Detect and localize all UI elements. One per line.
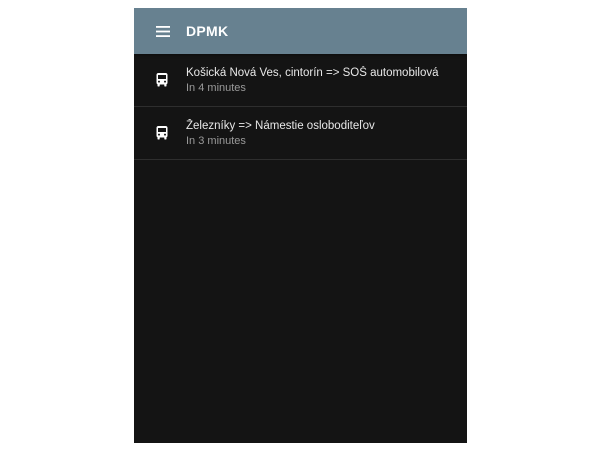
- app-window: DPMK Košická Nová Ves, cintorín => SOŠ a…: [134, 8, 467, 443]
- app-title: DPMK: [186, 23, 229, 39]
- route-label: Košická Nová Ves, cintorín => SOŠ automo…: [186, 66, 439, 79]
- bus-icon: [154, 72, 170, 88]
- eta-label: In 4 minutes: [186, 81, 246, 94]
- route-label: Železníky => Námestie osloboditeľov: [186, 119, 375, 132]
- departure-list: Košická Nová Ves, cintorín => SOŠ automo…: [134, 54, 467, 160]
- departure-text: Košická Nová Ves, cintorín => SOŠ automo…: [186, 66, 439, 95]
- hamburger-menu-icon: [156, 25, 170, 37]
- departure-item[interactable]: Košická Nová Ves, cintorín => SOŠ automo…: [134, 54, 467, 107]
- eta-label: In 3 minutes: [186, 134, 246, 147]
- menu-button[interactable]: [153, 24, 173, 38]
- departure-item[interactable]: Železníky => Námestie osloboditeľov In 3…: [134, 107, 467, 160]
- departure-text: Železníky => Námestie osloboditeľov In 3…: [186, 119, 375, 148]
- bus-icon: [154, 125, 170, 141]
- app-bar: DPMK: [134, 8, 467, 54]
